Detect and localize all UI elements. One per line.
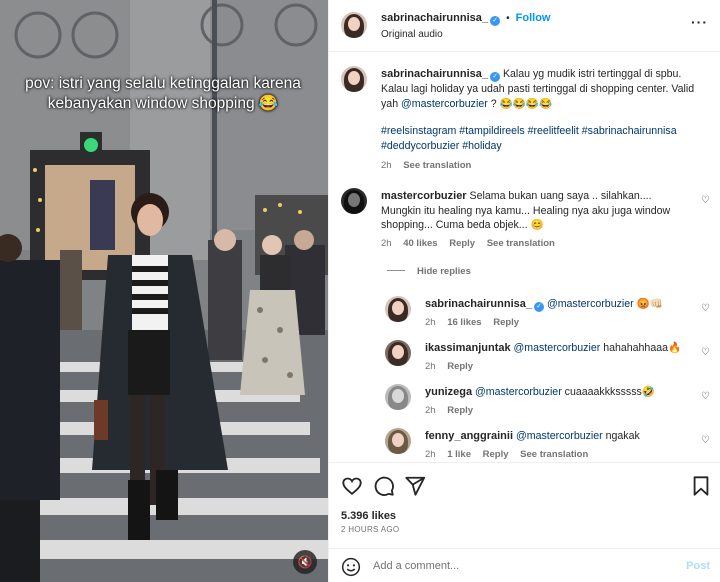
post-panel: sabrinachairunnisa_ ✓ • Follow Original a…: [328, 0, 720, 582]
comment-username[interactable]: mastercorbuzier: [381, 190, 467, 202]
reply-button[interactable]: Reply: [483, 449, 509, 460]
reply-avatar[interactable]: [385, 340, 411, 366]
emoji-smiley-icon[interactable]: [341, 557, 361, 577]
reel-video[interactable]: pov: istri yang selalu ketinggalan karen…: [0, 0, 328, 582]
verified-badge-icon: ✓: [534, 302, 544, 312]
share-send-icon[interactable]: [404, 475, 426, 497]
like-comment-heart-icon[interactable]: ♡: [701, 435, 710, 446]
author-avatar[interactable]: [341, 12, 367, 38]
header-separator: •: [506, 13, 510, 24]
reply-text: cuaaaakkksssss🤣: [561, 386, 655, 398]
reply-time: 2h: [425, 360, 436, 372]
reply-text: hahahahhaaa🔥: [600, 342, 682, 354]
post-header: sabrinachairunnisa_ ✓ • Follow Original a…: [329, 0, 720, 52]
caption-text-end: ? 😂😂😂😂: [487, 97, 553, 110]
caption-time: 2h: [381, 160, 392, 171]
reply-button[interactable]: Reply: [493, 317, 519, 328]
post-timestamp[interactable]: 2 HOURS AGO: [341, 525, 399, 534]
divider-line: [387, 270, 405, 271]
more-options-icon[interactable]: ···: [691, 14, 708, 30]
like-comment-heart-icon[interactable]: ♡: [701, 303, 710, 314]
like-comment-heart-icon[interactable]: ♡: [701, 391, 710, 402]
caption-hashtags[interactable]: #reelsinstagram #tampildireels #reelitfe…: [381, 124, 706, 153]
follow-button[interactable]: Follow: [516, 12, 551, 24]
reply-username[interactable]: ikassimanjuntak: [425, 342, 511, 354]
save-bookmark-icon[interactable]: [690, 475, 712, 497]
reply-button[interactable]: Reply: [447, 361, 473, 372]
comment-time: 2h: [381, 237, 392, 249]
caption-avatar[interactable]: [341, 66, 367, 92]
reply-username[interactable]: sabrinachairunnisa_: [425, 298, 532, 310]
reply-likes[interactable]: 16 likes: [447, 317, 481, 328]
reply-button[interactable]: Reply: [449, 238, 475, 249]
verified-badge-icon: ✓: [490, 72, 500, 82]
likes-count[interactable]: 5.396 likes: [341, 510, 396, 522]
mute-toggle-button[interactable]: 🔇: [293, 550, 317, 574]
reply-mention[interactable]: @mastercorbuzier: [547, 298, 634, 310]
comments-scroll[interactable]: sabrinachairunnisa_ ✓ Kalau yg mudik istr…: [329, 52, 720, 462]
author-username[interactable]: sabrinachairunnisa_: [381, 12, 488, 24]
audio-label[interactable]: Original audio: [381, 29, 443, 40]
reply-avatar[interactable]: [385, 428, 411, 454]
reply-avatar[interactable]: [385, 296, 411, 322]
reply-mention[interactable]: @mastercorbuzier: [516, 430, 603, 442]
see-translation-link[interactable]: See translation: [520, 449, 588, 460]
reply-username[interactable]: fenny_anggrainii: [425, 430, 513, 442]
reply-time: 2h: [425, 448, 436, 460]
comment-input[interactable]: Add a comment...: [373, 560, 459, 572]
speaker-muted-icon: 🔇: [297, 555, 313, 569]
action-bar: [329, 462, 720, 502]
reply-username[interactable]: yunizega: [425, 386, 472, 398]
reply-text: 😡👊🏻: [633, 298, 663, 310]
see-translation-link[interactable]: See translation: [487, 238, 555, 249]
hide-replies-toggle[interactable]: Hide replies: [387, 266, 471, 277]
reply-mention[interactable]: @mastercorbuzier: [475, 386, 562, 398]
hide-replies-label: Hide replies: [417, 266, 471, 277]
like-comment-heart-icon[interactable]: ♡: [701, 347, 710, 358]
reply-time: 2h: [425, 317, 436, 328]
reel-caption-overlay: pov: istri yang selalu ketinggalan karen…: [25, 75, 301, 112]
caption-mention[interactable]: @mastercorbuzier: [401, 98, 488, 110]
like-heart-icon[interactable]: [341, 475, 363, 497]
comment-bubble-icon[interactable]: [373, 475, 395, 497]
reply-avatar[interactable]: [385, 384, 411, 410]
reply-button[interactable]: Reply: [447, 405, 473, 416]
reply-likes[interactable]: 1 like: [447, 449, 471, 460]
comment-likes[interactable]: 40 likes: [403, 238, 437, 249]
reply-time: 2h: [425, 404, 436, 416]
like-comment-heart-icon[interactable]: ♡: [701, 195, 710, 206]
reply-mention[interactable]: @mastercorbuzier: [514, 342, 601, 354]
caption-username[interactable]: sabrinachairunnisa_: [381, 68, 488, 80]
comment-avatar[interactable]: [341, 188, 367, 214]
verified-badge-icon: ✓: [490, 16, 500, 26]
see-translation-link[interactable]: See translation: [403, 160, 471, 171]
comment-composer: Add a comment... Post: [329, 548, 720, 582]
reply-text: ngakak: [602, 430, 640, 442]
post-comment-button[interactable]: Post: [686, 560, 710, 572]
